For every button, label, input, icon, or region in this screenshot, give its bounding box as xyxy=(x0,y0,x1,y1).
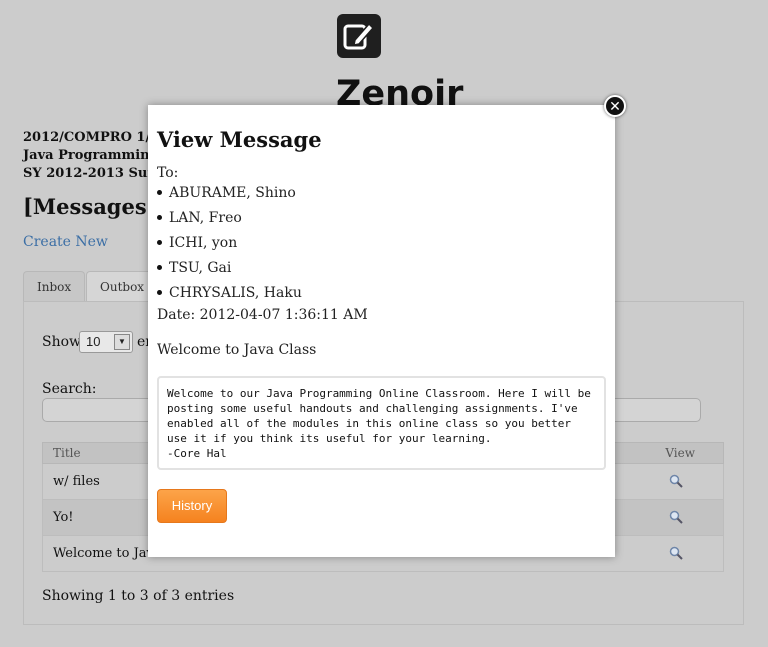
bullet-icon xyxy=(157,189,162,195)
recipient-name: TSU, Gai xyxy=(169,260,232,276)
pencil-edit-icon xyxy=(337,14,381,58)
magnifier-icon[interactable] xyxy=(669,546,683,560)
list-item: ABURAME, Shino xyxy=(157,185,302,210)
page-title: [Messages] xyxy=(23,194,157,219)
entries-per-page-select[interactable]: 10 ▼ xyxy=(79,331,133,353)
list-item: LAN, Freo xyxy=(157,210,302,235)
history-button[interactable]: History xyxy=(157,489,227,523)
message-date: Date: 2012-04-07 1:36:11 AM xyxy=(157,307,368,323)
table-info: Showing 1 to 3 of 3 entries xyxy=(42,588,235,604)
message-body: Welcome to our Java Programming Online C… xyxy=(157,376,606,470)
create-new-link[interactable]: Create New xyxy=(23,234,108,250)
recipient-name: ABURAME, Shino xyxy=(169,185,296,201)
message-title: w/ files xyxy=(53,474,100,489)
list-item: TSU, Gai xyxy=(157,260,302,285)
list-item: ICHI, yon xyxy=(157,235,302,260)
recipient-name: LAN, Freo xyxy=(169,210,242,226)
view-message-dialog: View Message To: ABURAME, Shino LAN, Fre… xyxy=(148,105,615,557)
chevron-down-icon[interactable]: ▼ xyxy=(114,334,130,350)
bullet-icon xyxy=(157,264,162,270)
tab-inbox[interactable]: Inbox xyxy=(23,271,86,302)
search-label: Search: xyxy=(42,381,97,397)
message-subject: Welcome to Java Class xyxy=(157,342,317,358)
dialog-title: View Message xyxy=(157,127,322,152)
close-icon[interactable]: ✕ xyxy=(604,95,626,117)
column-title[interactable]: Title xyxy=(53,446,81,460)
show-label: Show xyxy=(42,334,82,350)
to-label: To: xyxy=(157,165,179,181)
column-view: View xyxy=(665,446,695,460)
recipient-name: ICHI, yon xyxy=(169,235,238,251)
bullet-icon xyxy=(157,239,162,245)
message-title: Yo! xyxy=(53,510,74,525)
message-title: Welcome to Java xyxy=(53,546,162,561)
magnifier-icon[interactable] xyxy=(669,474,683,488)
magnifier-icon[interactable] xyxy=(669,510,683,524)
entries-select-value: 10 xyxy=(86,334,101,349)
recipient-name: CHRYSALIS, Haku xyxy=(169,285,302,301)
recipient-list: ABURAME, Shino LAN, Freo ICHI, yon TSU, … xyxy=(157,185,302,310)
bullet-icon xyxy=(157,214,162,220)
bullet-icon xyxy=(157,289,162,295)
